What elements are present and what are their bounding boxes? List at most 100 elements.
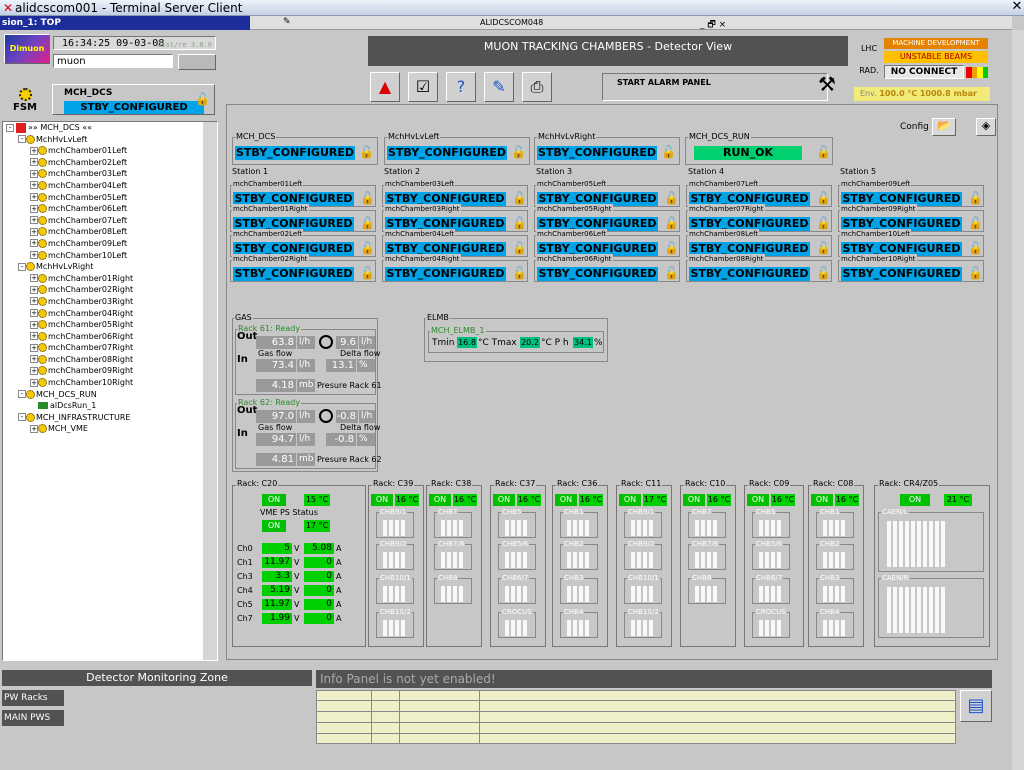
tree-item[interactable]: + mchChamber04Left (3, 180, 217, 192)
checklist-icon[interactable]: ☑ (408, 72, 438, 102)
tree-item[interactable]: + mchChamber03Right (3, 296, 217, 308)
main-vertical-scrollbar[interactable] (1012, 30, 1024, 770)
tree-item[interactable]: + MCH_VME (3, 423, 217, 435)
tree-item[interactable]: + mchChamber06Left (3, 203, 217, 215)
tree-expander[interactable]: + (30, 424, 38, 433)
lock-icon[interactable]: 🔓 (512, 216, 527, 230)
tree-expander[interactable]: + (30, 309, 38, 317)
window-close-button[interactable]: ✕ (1010, 0, 1024, 14)
tree-item[interactable]: + mchChamber07Left (3, 215, 217, 227)
chamber-state[interactable]: STBY_CONFIGURED (537, 267, 658, 281)
chb-module[interactable]: CHB3 (560, 573, 598, 604)
chb-module[interactable]: CHB6/7 (752, 573, 790, 604)
tree-item[interactable]: + mchChamber01Left (3, 145, 217, 157)
group-state-badge[interactable]: STBY_CONFIGURED (235, 146, 355, 160)
lock-icon[interactable]: 🔓 (816, 191, 831, 205)
chb-module[interactable]: CHB2 (816, 539, 854, 570)
lock-icon[interactable]: 🔓 (512, 191, 527, 205)
chb-module[interactable]: CROCUS (498, 607, 536, 638)
fsm-icon-block[interactable]: FSM (6, 85, 44, 117)
tree-expander[interactable]: + (30, 355, 38, 364)
tree-expander[interactable]: + (30, 251, 38, 260)
lock-icon[interactable]: 🔓 (360, 216, 375, 230)
tree-item[interactable]: + mchChamber02Right (3, 284, 217, 296)
tree-item[interactable]: + mchChamber10Left (3, 250, 217, 262)
tree-item[interactable]: + mchChamber09Right (3, 365, 217, 377)
chb-module[interactable]: CHB2 (560, 539, 598, 570)
chb-module[interactable]: CHB10/1 (376, 573, 414, 604)
tree-expander[interactable]: + (30, 204, 38, 213)
tree-item[interactable]: + mchChamber02Left (3, 157, 217, 169)
lock-icon[interactable]: 🔓 (816, 216, 831, 230)
pin-icon[interactable]: ✎ (283, 17, 291, 27)
tree-item[interactable]: + mchChamber03Left (3, 168, 217, 180)
lock-icon[interactable]: 🔓 (360, 191, 375, 205)
fsm-tree[interactable]: -»» MCH_DCS «« - MchHvLvLeft + mchChamber01L… (2, 121, 218, 661)
chb-module[interactable]: CHB7 (434, 507, 472, 538)
group-state-badge[interactable]: STBY_CONFIGURED (387, 146, 507, 160)
chb-module[interactable]: CROCUS (752, 607, 790, 638)
help-icon[interactable]: ? (446, 72, 476, 102)
tree-expander[interactable]: + (30, 158, 38, 167)
chb-module[interactable]: CHB5 (752, 507, 790, 538)
inner-window-controls[interactable]: _ 🗗 × (700, 17, 726, 33)
chb-module[interactable]: CHB10/2 (376, 607, 414, 638)
chb-module[interactable]: CHB7 (688, 507, 726, 538)
tree-item[interactable]: - MCH_DCS_RUN (3, 389, 217, 401)
tree-item[interactable]: + mchChamber08Right (3, 354, 217, 366)
info-book-icon[interactable]: ▤ (960, 690, 992, 722)
lock-icon[interactable]: 🔓 (968, 191, 983, 205)
lock-icon[interactable]: 🔓 (816, 241, 831, 255)
tree-item[interactable]: + mchChamber04Right (3, 308, 217, 320)
config-folder-icon[interactable]: 📂 (932, 118, 956, 136)
lock-icon[interactable]: 🔓 (664, 191, 679, 205)
tree-expander[interactable]: + (30, 297, 38, 306)
lock-icon[interactable]: 🔓 (512, 266, 527, 280)
chb-module[interactable]: CHB4 (816, 607, 854, 638)
tree-expander[interactable]: + (30, 181, 38, 190)
lock-icon[interactable]: 🔓 (664, 216, 679, 230)
chb-module[interactable]: CHB7/8 (434, 539, 472, 570)
chb-module[interactable]: CHB9/1 (624, 507, 662, 538)
chb-module[interactable]: CHB9/1 (376, 507, 414, 538)
tree-item[interactable]: + mchChamber01Right (3, 273, 217, 285)
user-field[interactable]: muon (53, 54, 173, 68)
chamber-state[interactable]: STBY_CONFIGURED (689, 267, 810, 281)
chb-module[interactable]: CHB1 (816, 507, 854, 538)
lock-icon[interactable]: 🔓 (968, 266, 983, 280)
lock-icon[interactable]: 🔓 (360, 241, 375, 255)
tree-expander[interactable]: + (30, 227, 38, 236)
chamber-state[interactable]: STBY_CONFIGURED (841, 267, 962, 281)
lock-icon[interactable]: 🔓 (360, 266, 375, 280)
tree-item[interactable]: + mchChamber05Right (3, 319, 217, 331)
lock-icon[interactable]: 🔓 (816, 266, 831, 280)
book-icon[interactable]: ◈ (976, 118, 996, 136)
tree-expander[interactable]: + (30, 146, 38, 155)
chb-module[interactable]: CHB9/2 (624, 539, 662, 570)
tree-expander[interactable]: + (30, 216, 38, 225)
tree-expander[interactable]: + (30, 343, 38, 352)
tree-item[interactable]: alDcsRun_1 (3, 400, 217, 412)
chb-module[interactable]: CHB5/6 (752, 539, 790, 570)
lock-icon[interactable]: 🔓 (816, 145, 831, 159)
chb-module[interactable]: CHB5 (498, 507, 536, 538)
chb-module[interactable]: CHB9/2 (376, 539, 414, 570)
tree-expander[interactable]: + (30, 239, 38, 248)
tree-expander[interactable]: + (30, 285, 38, 294)
alarm-panel-button[interactable]: START ALARM PANEL (602, 73, 828, 101)
caen-module[interactable]: CAEN/R (878, 573, 984, 638)
tree-expander[interactable]: + (30, 193, 38, 202)
tree-expander[interactable]: + (30, 366, 38, 375)
lock-icon[interactable]: 🔓 (661, 145, 676, 159)
tree-item[interactable]: + mchChamber07Right (3, 342, 217, 354)
tree-expander[interactable]: - (18, 135, 26, 144)
tree-expander[interactable]: + (30, 332, 38, 341)
lock-icon[interactable]: 🔓 (359, 145, 374, 159)
tree-item[interactable]: + mchChamber09Left (3, 238, 217, 250)
group-state-badge[interactable]: RUN_OK (694, 146, 802, 160)
user-button[interactable] (178, 54, 216, 70)
chb-module[interactable]: CHB4 (560, 607, 598, 638)
chb-module[interactable]: CHB8 (434, 573, 472, 604)
tree-item[interactable]: - »» MCH_DCS «« (3, 122, 217, 134)
chb-module[interactable]: CHB5/6 (498, 539, 536, 570)
